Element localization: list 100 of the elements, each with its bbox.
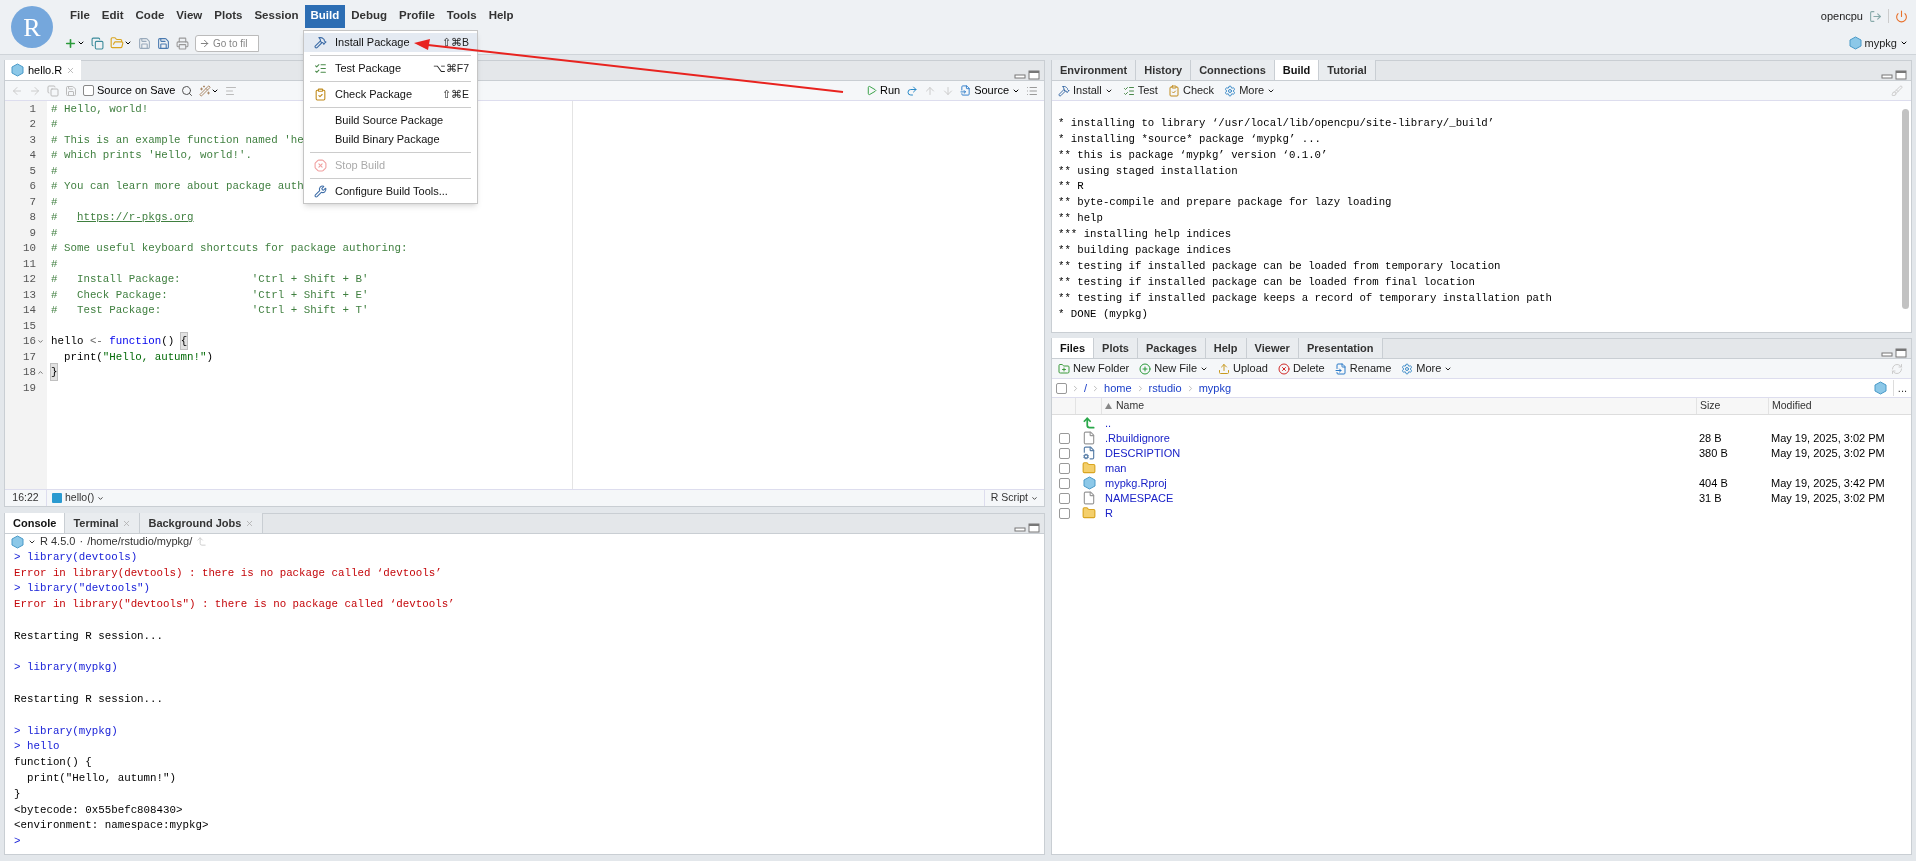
- menu-item[interactable]: File: [64, 4, 96, 28]
- refresh-icon[interactable]: [1891, 362, 1903, 375]
- row-checkbox[interactable]: [1058, 432, 1070, 444]
- row-checkbox[interactable]: [1058, 477, 1070, 489]
- toolbar-button[interactable]: New Folder: [1054, 360, 1134, 377]
- row-checkbox[interactable]: [1058, 462, 1070, 474]
- file-link[interactable]: R: [1105, 507, 1113, 519]
- menu-item[interactable]: Debug: [345, 4, 394, 28]
- column-header[interactable]: Name: [1102, 398, 1696, 414]
- run-button[interactable]: Run: [865, 82, 901, 99]
- file-link[interactable]: NAMESPACE: [1105, 492, 1174, 504]
- go-to-directory-icon[interactable]: [196, 536, 208, 547]
- toolbar-button[interactable]: More: [1220, 82, 1280, 99]
- file-type-selector[interactable]: R Script: [983, 490, 1044, 506]
- pane-tab[interactable]: Environment: [1052, 60, 1137, 80]
- column-header[interactable]: Modified: [1768, 398, 1911, 414]
- caret-icon[interactable]: [77, 39, 85, 47]
- file-link[interactable]: man: [1105, 462, 1127, 474]
- menu-item[interactable]: Check Package ⇧⌘E: [304, 85, 477, 104]
- menu-item[interactable]: Edit: [95, 4, 130, 28]
- menu-item[interactable]: Test Package ⌥⌘F7: [304, 59, 477, 78]
- caret-icon[interactable]: [124, 39, 132, 47]
- close-icon[interactable]: [66, 65, 76, 75]
- pane-tab[interactable]: Build: [1274, 60, 1320, 80]
- menu-item[interactable]: Plots: [208, 4, 249, 28]
- scrollbar-thumb[interactable]: [1901, 109, 1909, 309]
- pane-tab[interactable]: Viewer: [1246, 338, 1299, 358]
- scope-selector[interactable]: hello(): [47, 490, 110, 506]
- up-arrow-icon[interactable]: [1082, 416, 1096, 431]
- save-icon[interactable]: [65, 84, 77, 97]
- pane-tab[interactable]: Terminal: [65, 513, 141, 533]
- row-checkbox[interactable]: [1058, 447, 1070, 459]
- sign-out-icon[interactable]: [1869, 9, 1882, 23]
- project-menu[interactable]: mypkg: [1864, 34, 1897, 52]
- pane-maximize-icon[interactable]: [1895, 70, 1907, 80]
- pane-tab[interactable]: Connections: [1191, 60, 1275, 80]
- save-all-icon[interactable]: [157, 36, 170, 50]
- pane-tab[interactable]: Console: [5, 513, 66, 533]
- source-button[interactable]: Source: [960, 82, 1020, 99]
- file-link[interactable]: mypkg.Rproj: [1105, 477, 1167, 489]
- pane-tab[interactable]: Presentation: [1298, 338, 1383, 358]
- search-icon[interactable]: [181, 84, 194, 97]
- file-link[interactable]: ..: [1105, 417, 1112, 429]
- fold-icon[interactable]: [37, 337, 44, 345]
- breadcrumb-link[interactable]: /: [1084, 379, 1088, 397]
- close-icon[interactable]: [122, 518, 132, 528]
- row-checkbox[interactable]: [1058, 492, 1070, 504]
- menu-item[interactable]: Tools: [440, 4, 483, 28]
- file-link[interactable]: DESCRIPTION: [1105, 447, 1181, 459]
- toolbar-button[interactable]: Upload: [1214, 360, 1272, 377]
- outline-icon[interactable]: [1026, 84, 1038, 97]
- pane-tab[interactable]: Background Jobs: [140, 513, 264, 533]
- code-link[interactable]: https://r-pkgs.org: [76, 209, 194, 226]
- menu-item[interactable]: View: [170, 4, 209, 28]
- go-to-file-field[interactable]: Go to fil: [195, 34, 259, 52]
- show-in-window-icon[interactable]: [47, 84, 59, 97]
- compile-report-icon[interactable]: [225, 84, 238, 97]
- save-icon[interactable]: [138, 36, 151, 50]
- file-link[interactable]: .Rbuildignore: [1105, 432, 1170, 444]
- toolbar-button[interactable]: Rename: [1330, 360, 1396, 377]
- breadcrumb-link[interactable]: mypkg: [1198, 379, 1232, 397]
- menu-item[interactable]: Help: [482, 4, 520, 28]
- column-header[interactable]: Size: [1696, 398, 1768, 414]
- pane-maximize-icon[interactable]: [1028, 523, 1040, 533]
- menu-item[interactable]: Build Source Package: [304, 111, 477, 130]
- pane-tab[interactable]: Plots: [1094, 338, 1138, 358]
- menu-item[interactable]: Code: [129, 4, 171, 28]
- power-icon[interactable]: [1895, 9, 1908, 23]
- pane-tab[interactable]: Tutorial: [1319, 60, 1376, 80]
- pane-maximize-icon[interactable]: [1895, 348, 1907, 358]
- toolbar-button[interactable]: New File: [1135, 360, 1213, 377]
- pane-tab[interactable]: Help: [1205, 338, 1247, 358]
- pane-tab[interactable]: Files: [1052, 338, 1095, 358]
- project-icon[interactable]: [91, 36, 104, 50]
- breadcrumb-link[interactable]: home: [1104, 379, 1132, 397]
- pane-tab[interactable]: History: [1136, 60, 1192, 80]
- toolbar-button[interactable]: More: [1397, 360, 1457, 377]
- menu-item[interactable]: Build: [304, 4, 346, 28]
- file-tab[interactable]: hello.R: [5, 60, 82, 80]
- source-on-save-checkbox[interactable]: Source on Save: [83, 82, 176, 99]
- menu-item[interactable]: Session: [248, 4, 305, 28]
- menu-item[interactable]: Configure Build Tools...: [304, 182, 477, 201]
- more-options-button[interactable]: ...: [1892, 379, 1907, 397]
- pane-tab[interactable]: Packages: [1138, 338, 1206, 358]
- menu-item[interactable]: Profile: [393, 4, 441, 28]
- menu-item[interactable]: Build Binary Package: [304, 130, 477, 149]
- select-all-checkbox[interactable]: [1056, 382, 1067, 394]
- print-icon[interactable]: [176, 36, 189, 50]
- menu-item[interactable]: Install Package ⇧⌘B: [304, 33, 477, 52]
- toolbar-button[interactable]: Install: [1054, 82, 1117, 99]
- breadcrumb-link[interactable]: rstudio: [1148, 379, 1182, 397]
- fold-end-icon[interactable]: [37, 368, 44, 376]
- toolbar-button[interactable]: Check: [1163, 82, 1219, 99]
- pane-maximize-icon[interactable]: [1028, 70, 1040, 80]
- caret-icon[interactable]: [1900, 39, 1908, 47]
- rerun-icon[interactable]: [906, 84, 919, 97]
- toolbar-button[interactable]: Delete: [1273, 360, 1329, 377]
- row-checkbox[interactable]: [1058, 507, 1070, 519]
- toolbar-button[interactable]: Test: [1118, 82, 1162, 99]
- close-icon[interactable]: [245, 518, 255, 528]
